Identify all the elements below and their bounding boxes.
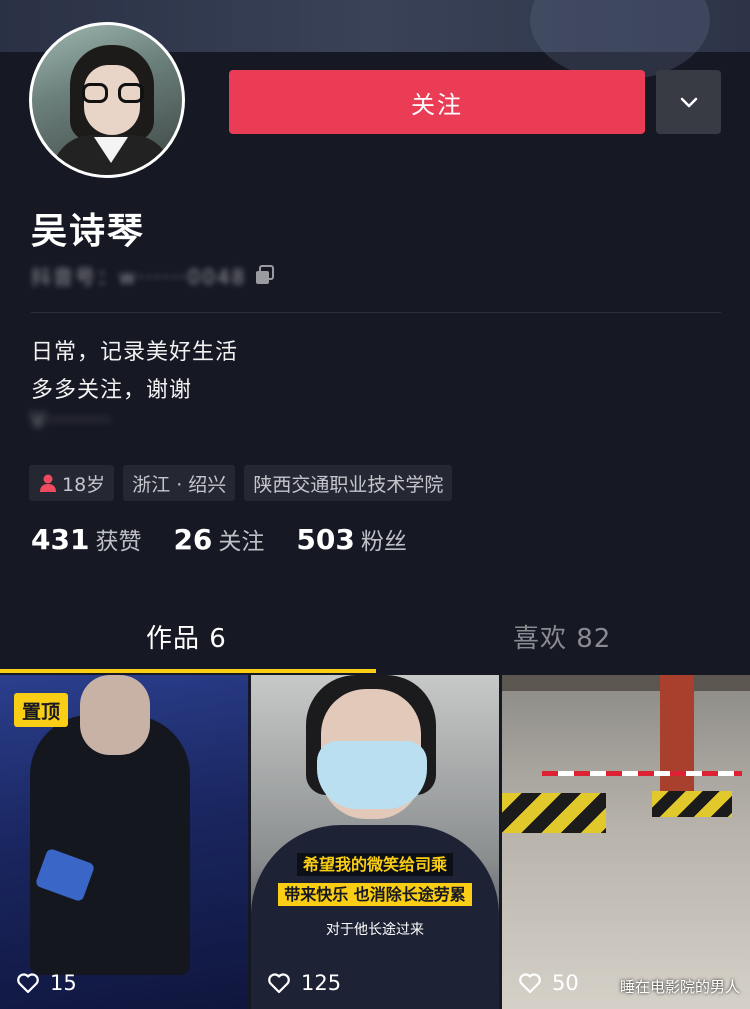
video-likes: 50 — [518, 971, 579, 995]
stat-followers-label: 粉丝 — [360, 529, 407, 555]
video-likes: 125 — [267, 971, 341, 995]
avatar[interactable] — [29, 22, 185, 178]
heart-icon — [519, 973, 541, 994]
tag-location[interactable]: 浙江 · 绍兴 — [123, 465, 236, 501]
more-dropdown-button[interactable] — [656, 70, 721, 134]
stat-followers-count: 503 — [296, 523, 355, 556]
video-thumbnail[interactable]: 置顶 15 — [0, 675, 248, 1009]
video-thumbnail[interactable]: 50 睡在电影院的男人 — [502, 675, 750, 1009]
pinned-badge: 置顶 — [14, 693, 69, 727]
tag-school[interactable]: 陕西交通职业技术学院 — [244, 465, 453, 501]
bio-line: 日常，记录美好生活 — [31, 340, 239, 365]
thumb-figure-mask — [317, 741, 427, 809]
heart-icon — [17, 973, 39, 994]
thumb-striped-block — [502, 793, 606, 833]
follow-button[interactable]: 关注 — [229, 70, 645, 134]
profile-id-row: 抖音号：w······0048 — [31, 262, 276, 289]
tag-age[interactable]: 18岁 — [29, 465, 115, 501]
video-caption: 带来快乐 也消除长途劳累 — [263, 881, 487, 906]
video-likes-count: 15 — [50, 971, 77, 995]
video-grid: 置顶 15 希望我的微笑给司乘 带来快乐 也消除长途劳累 对于他长途过来 125 — [0, 673, 750, 1009]
tag-location-label: 浙江 · 绍兴 — [132, 473, 227, 496]
thumb-barrier — [542, 771, 742, 776]
stat-likes-label: 获赞 — [95, 529, 142, 555]
tag-school-label: 陕西交通职业技术学院 — [253, 473, 444, 496]
stat-likes[interactable]: 431 获赞 — [31, 522, 141, 556]
thumb-roof — [502, 675, 750, 691]
bio-line: 多多关注，谢谢 — [31, 378, 193, 403]
profile-name: 吴诗琴 — [31, 211, 146, 252]
stat-following-count: 26 — [173, 523, 213, 556]
divider — [31, 312, 721, 313]
chevron-down-icon — [680, 97, 697, 108]
stat-following-label: 关注 — [218, 529, 265, 555]
avatar-glasses — [82, 83, 144, 105]
heart-icon — [268, 973, 290, 994]
tab-likes[interactable]: 喜欢 82 — [513, 618, 611, 655]
video-thumbnail[interactable]: 希望我的微笑给司乘 带来快乐 也消除长途劳累 对于他长途过来 125 — [251, 675, 499, 1009]
stat-likes-count: 431 — [31, 523, 90, 556]
video-likes-count: 50 — [552, 971, 579, 995]
thumb-pillar — [660, 675, 694, 795]
profile-tags: 18岁 浙江 · 绍兴 陕西交通职业技术学院 — [29, 465, 453, 501]
watermark: 睡在电影院的男人 — [619, 978, 740, 996]
profile-stats: 431 获赞 26 关注 503 粉丝 — [31, 522, 407, 556]
video-likes: 15 — [16, 971, 77, 995]
video-caption: 希望我的微笑给司乘 — [263, 851, 487, 876]
video-likes-count: 125 — [301, 971, 342, 995]
tag-age-label: 18岁 — [62, 473, 106, 496]
female-icon — [40, 474, 56, 492]
profile-id: 抖音号：w······0048 — [31, 264, 247, 289]
thumb-striped-block — [652, 791, 732, 817]
bio-line-blurred: V········· — [31, 408, 112, 432]
copy-icon[interactable] — [254, 264, 276, 286]
video-subtitle: 对于他长途过来 — [326, 922, 424, 938]
tab-works[interactable]: 作品 6 — [146, 618, 227, 655]
thumb-figure-head — [80, 675, 150, 755]
stat-followers[interactable]: 503 粉丝 — [296, 522, 406, 556]
stat-following[interactable]: 26 关注 — [173, 522, 264, 556]
